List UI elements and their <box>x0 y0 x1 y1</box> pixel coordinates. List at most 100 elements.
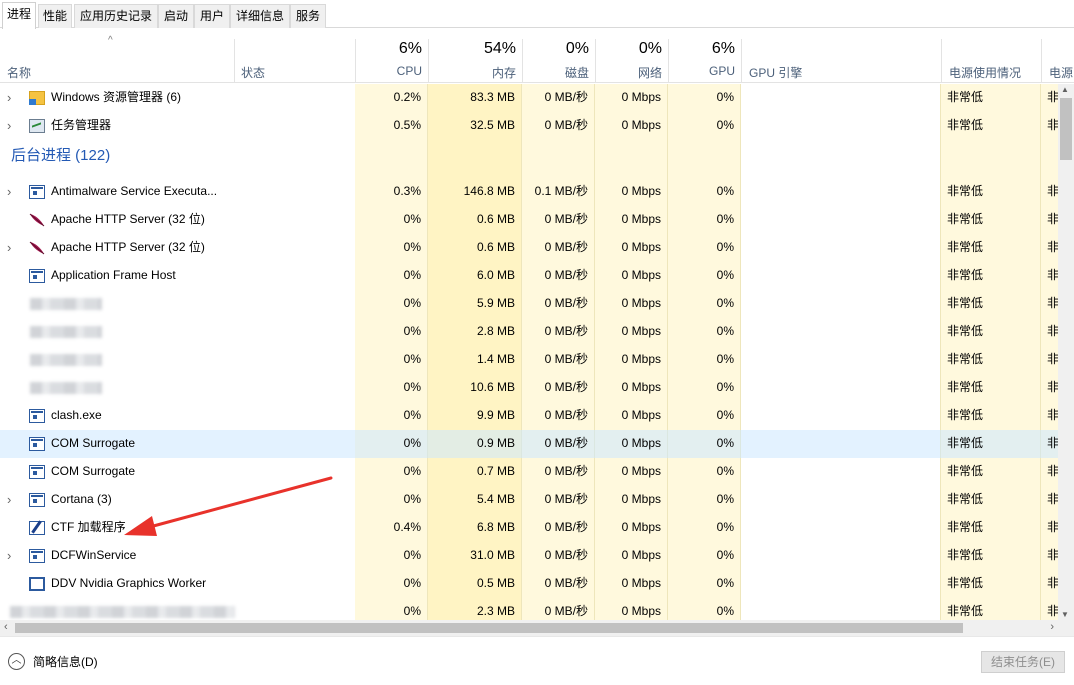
memory-label: 内存 <box>491 66 516 80</box>
tab-startup[interactable]: 启动 <box>158 4 194 28</box>
expand-chevron-icon[interactable]: › <box>7 492 17 507</box>
memory-cell: 1.4 MB <box>476 352 515 366</box>
power-usage-cell: 非常低 <box>947 436 984 450</box>
memory-cell: 0.7 MB <box>476 464 515 478</box>
expand-chevron-icon[interactable]: › <box>7 184 17 199</box>
end-task-button[interactable]: 结束任务(E) <box>981 651 1065 673</box>
gpu-cell: 0% <box>716 380 734 394</box>
cpu-cell: 0% <box>403 436 421 450</box>
disk-cell: 0 MB/秒 <box>544 436 588 450</box>
tab-bar: 进程 性能 应用历史记录 启动 用户 详细信息 服务 <box>0 0 1074 29</box>
gpu-cell: 0% <box>716 268 734 282</box>
disk-cell: 0 MB/秒 <box>544 520 588 534</box>
power-trend-cell: 非 <box>1047 492 1058 506</box>
horizontal-scroll-thumb[interactable] <box>15 623 963 633</box>
tab-performance[interactable]: 性能 <box>38 4 72 28</box>
cpu-cell: 0% <box>403 492 421 506</box>
process-row[interactable]: › Apache HTTP Server (32 位) 0% 0.6 MB 0 MB/秒… <box>0 234 1058 262</box>
tab-app-history[interactable]: 应用历史记录 <box>74 4 158 28</box>
process-row[interactable]: COM Surrogate 0% 0.7 MB 0 MB/秒 0 Mbps 0% 非常低 非 <box>0 458 1058 486</box>
column-name[interactable]: 名称 <box>7 64 31 81</box>
horizontal-scrollbar[interactable]: ‹ › <box>0 620 1058 636</box>
gpu-cell: 0% <box>716 548 734 562</box>
cpu-cell: 0% <box>403 464 421 478</box>
process-row[interactable]: 0% 2.8 MB 0 MB/秒 0 Mbps 0% 非常低 非 <box>0 318 1058 346</box>
scroll-left-icon[interactable]: ‹ <box>4 621 8 633</box>
footer: ︿ 简略信息(D) 结束任务(E) <box>0 636 1074 685</box>
expand-chevron-icon[interactable]: › <box>7 90 17 105</box>
app-window-icon <box>29 185 45 199</box>
network-cell: 0 Mbps <box>621 324 661 338</box>
gpu-cell: 0% <box>716 492 734 506</box>
redacted-process-name <box>30 326 102 338</box>
disk-cell: 0 MB/秒 <box>544 492 588 506</box>
process-row[interactable]: › 任务管理器 0.5% 32.5 MB 0 MB/秒 0 Mbps 0% 非常低 非 <box>0 112 1058 140</box>
column-network[interactable]: 0% 网络 <box>595 39 668 83</box>
disk-cell: 0 MB/秒 <box>544 240 588 254</box>
network-cell: 0 Mbps <box>621 212 661 226</box>
gpu-cell: 0% <box>716 464 734 478</box>
process-row[interactable]: 0% 10.6 MB 0 MB/秒 0 Mbps 0% 非常低 非 <box>0 374 1058 402</box>
column-power-trend[interactable]: 电源 <box>1041 39 1074 83</box>
cpu-cell: 0% <box>403 548 421 562</box>
memory-cell: 5.9 MB <box>476 296 515 310</box>
cpu-cell: 0% <box>403 604 421 618</box>
scroll-right-icon[interactable]: › <box>1050 621 1054 633</box>
process-row[interactable]: DDV Nvidia Graphics Worker 0% 0.5 MB 0 MB/秒… <box>0 570 1058 598</box>
power-usage-cell: 非常低 <box>947 240 984 254</box>
column-disk[interactable]: 0% 磁盘 <box>522 39 595 83</box>
disk-cell: 0 MB/秒 <box>544 118 588 132</box>
process-row[interactable]: Apache HTTP Server (32 位) 0% 0.6 MB 0 MB/秒 0… <box>0 206 1058 234</box>
gpu-cell: 0% <box>716 90 734 104</box>
process-row[interactable]: CTF 加载程序 0.4% 6.8 MB 0 MB/秒 0 Mbps 0% 非常低 非 <box>0 514 1058 542</box>
cpu-cell: 0% <box>403 408 421 422</box>
process-row[interactable]: › Cortana (3) 0% 5.4 MB 0 MB/秒 0 Mbps 0% 非常低 非 <box>0 486 1058 514</box>
power-trend-cell: 非 <box>1047 464 1058 478</box>
vertical-scrollbar[interactable]: ▲ ▼ <box>1058 84 1074 620</box>
scroll-up-icon[interactable]: ▲ <box>1061 85 1069 94</box>
cpu-total: 6% <box>398 40 422 57</box>
process-row[interactable]: 0% 1.4 MB 0 MB/秒 0 Mbps 0% 非常低 非 <box>0 346 1058 374</box>
scroll-down-icon[interactable]: ▼ <box>1061 610 1069 619</box>
process-row[interactable]: › Windows 资源管理器 (6) 0.2% 83.3 MB 0 MB/秒 0 Mbp… <box>0 84 1058 112</box>
disk-cell: 0 MB/秒 <box>544 548 588 562</box>
process-row[interactable]: 0% 5.9 MB 0 MB/秒 0 Mbps 0% 非常低 非 <box>0 290 1058 318</box>
app-window-icon <box>29 269 45 283</box>
tab-users[interactable]: 用户 <box>194 4 230 28</box>
process-row[interactable]: COM Surrogate 0% 0.9 MB 0 MB/秒 0 Mbps 0% 非常低 非 <box>0 430 1058 458</box>
process-row[interactable]: › DCFWinService 0% 31.0 MB 0 MB/秒 0 Mbps 0% 非常低… <box>0 542 1058 570</box>
power-trend-cell: 非 <box>1047 352 1058 366</box>
process-row[interactable]: clash.exe 0% 9.9 MB 0 MB/秒 0 Mbps 0% 非常低 非 <box>0 402 1058 430</box>
power-usage-cell: 非常低 <box>947 352 984 366</box>
power-usage-cell: 非常低 <box>947 492 984 506</box>
column-power-usage[interactable]: 电源使用情况 <box>941 39 1041 83</box>
power-usage-cell: 非常低 <box>947 324 984 338</box>
network-cell: 0 Mbps <box>621 604 661 618</box>
tab-services[interactable]: 服务 <box>290 4 326 28</box>
disk-cell: 0 MB/秒 <box>544 212 588 226</box>
tab-details[interactable]: 详细信息 <box>230 4 290 28</box>
power-usage-cell: 非常低 <box>947 604 984 618</box>
network-cell: 0 Mbps <box>621 352 661 366</box>
vertical-scroll-thumb[interactable] <box>1060 98 1072 160</box>
column-gpu-engine[interactable]: GPU 引擎 <box>741 39 941 83</box>
power-usage-cell: 非常低 <box>947 380 984 394</box>
process-name: 任务管理器 <box>51 118 112 132</box>
power-usage-cell: 非常低 <box>947 548 984 562</box>
group-header-background-processes[interactable]: 后台进程 (122) <box>0 140 1058 178</box>
process-row[interactable]: Application Frame Host 0% 6.0 MB 0 MB/秒 0 Mb… <box>0 262 1058 290</box>
column-status-label: 状态 <box>241 66 266 80</box>
network-cell: 0 Mbps <box>621 184 661 198</box>
expand-chevron-icon[interactable]: › <box>7 240 17 255</box>
redacted-process-name <box>30 298 102 310</box>
column-gpu[interactable]: 6% GPU <box>668 39 741 83</box>
tab-processes[interactable]: 进程 <box>2 2 36 29</box>
column-cpu[interactable]: 6% CPU <box>355 39 428 83</box>
column-memory[interactable]: 54% 内存 <box>428 39 522 83</box>
app-window-icon <box>29 465 45 479</box>
fewer-details-button[interactable]: ︿ 简略信息(D) <box>8 651 98 671</box>
process-row[interactable]: › Antimalware Service Executa... 0.3% 146.8… <box>0 178 1058 206</box>
expand-chevron-icon[interactable]: › <box>7 118 17 133</box>
process-row[interactable]: 0% 2.3 MB 0 MB/秒 0 Mbps 0% 非常低 非 <box>0 598 1058 620</box>
expand-chevron-icon[interactable]: › <box>7 548 17 563</box>
